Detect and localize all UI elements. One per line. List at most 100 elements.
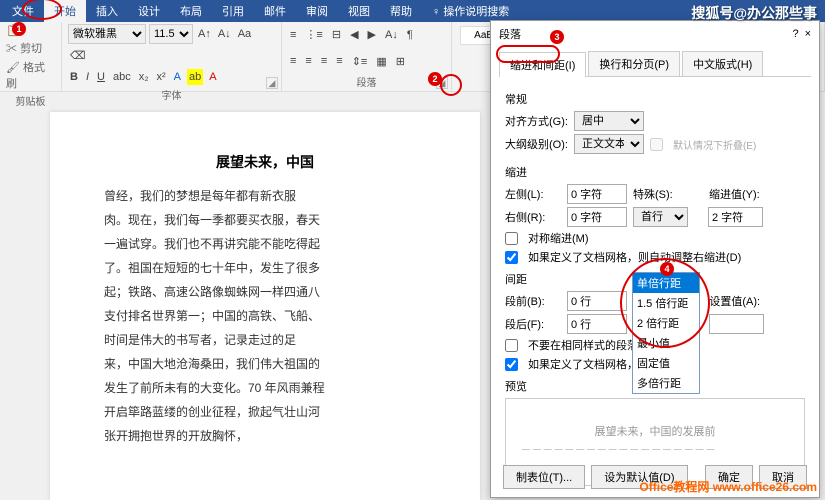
tab-file[interactable]: 文件 xyxy=(2,0,44,22)
after-input[interactable] xyxy=(567,314,627,334)
align-right-button[interactable]: ≡ xyxy=(319,53,329,70)
cut-button[interactable]: ✂ 剪切 xyxy=(6,40,42,56)
special-by-input[interactable] xyxy=(708,207,763,227)
special-by-label: 缩进值(Y): xyxy=(709,186,760,202)
annotation-badge-3: 3 xyxy=(550,30,564,44)
before-input[interactable] xyxy=(567,291,627,311)
tab-tell-me[interactable]: ♀ 操作说明搜索 xyxy=(422,0,519,22)
doc-paragraph: 肉。现在，我们每一季都要买衣服，春天 xyxy=(80,208,450,232)
at-label: 设置值(A): xyxy=(709,293,760,309)
line-option-onehalf[interactable]: 1.5 倍行距 xyxy=(633,293,699,313)
tab-insert[interactable]: 插入 xyxy=(86,0,128,22)
tab-help[interactable]: 帮助 xyxy=(380,0,422,22)
font-color-button[interactable]: A xyxy=(207,69,218,85)
increase-indent-button[interactable]: ▶ xyxy=(366,26,378,43)
collapse-checkbox[interactable] xyxy=(650,138,663,151)
footer-watermark: Office教程网 www.office26.com xyxy=(639,478,817,495)
dialog-close-button[interactable]: × xyxy=(805,28,811,40)
annotation-badge-4: 4 xyxy=(660,262,674,276)
left-indent-input[interactable] xyxy=(567,184,627,204)
group-paragraph: ≡ ⋮≡ ⊟ ◀ ▶ A↓ ¶ ≡ ≡ ≡ ≡ ⇕≡ ▦ ⊞ 段落 ◢ xyxy=(282,22,452,91)
line-option-exact[interactable]: 固定值 xyxy=(633,353,699,373)
at-input[interactable] xyxy=(709,314,764,334)
dialog-help-button[interactable]: ? xyxy=(792,28,798,40)
numbering-button[interactable]: ⋮≡ xyxy=(303,26,324,43)
italic-button[interactable]: I xyxy=(84,69,91,85)
outline-select[interactable]: 正文文本 xyxy=(574,134,644,154)
group-font: 微软雅黑 11.5 A↑ A↓ Aa ⌫ B I U abc x₂ x² A a… xyxy=(62,22,282,91)
grow-font-button[interactable]: A↑ xyxy=(196,26,213,42)
font-size-select[interactable]: 11.5 xyxy=(149,24,193,44)
doc-paragraph: 时间是伟大的书写者，记录走过的足 xyxy=(80,328,450,352)
shrink-font-button[interactable]: A↓ xyxy=(216,26,233,42)
shading-button[interactable]: ▦ xyxy=(374,53,388,70)
bold-button[interactable]: B xyxy=(68,69,80,85)
doc-paragraph: 来，中国大地沧海桑田，我们伟大祖国的 xyxy=(80,352,450,376)
clear-format-button[interactable]: ⌫ xyxy=(68,47,88,64)
tab-design[interactable]: 设计 xyxy=(128,0,170,22)
dialog-tab-page[interactable]: 换行和分页(P) xyxy=(588,51,680,76)
no-space-checkbox[interactable] xyxy=(505,339,518,352)
section-general: 常规 xyxy=(505,91,805,107)
line-option-multi[interactable]: 多倍行距 xyxy=(633,373,699,393)
bullets-button[interactable]: ≡ xyxy=(288,27,298,43)
before-label: 段前(B): xyxy=(505,293,561,309)
tab-view[interactable]: 视图 xyxy=(338,0,380,22)
paragraph-dialog: 段落 ? × 缩进和间距(I) 换行和分页(P) 中文版式(H) 常规 对齐方式… xyxy=(490,20,820,498)
tabstops-button[interactable]: 制表位(T)... xyxy=(503,465,585,489)
strike-button[interactable]: abc xyxy=(111,69,133,85)
show-marks-button[interactable]: ¶ xyxy=(405,27,415,43)
align-label: 对齐方式(G): xyxy=(505,113,568,129)
annotation-badge-1: 1 xyxy=(12,22,26,36)
dialog-title-text: 段落 xyxy=(499,26,521,42)
after-label: 段后(F): xyxy=(505,316,561,332)
mirror-checkbox[interactable] xyxy=(505,232,518,245)
doc-paragraph: 了。祖国在短短的七十年中，发生了很多 xyxy=(80,256,450,280)
document-page[interactable]: 展望未来，中国 曾经，我们的梦想是每年都有新衣服 肉。现在，我们每一季都要买衣服… xyxy=(50,112,480,500)
right-indent-input[interactable] xyxy=(567,207,627,227)
doc-paragraph: 一遍试穿。我们也不再讲究能不能吃得起 xyxy=(80,232,450,256)
dialog-tab-chinese[interactable]: 中文版式(H) xyxy=(682,51,763,76)
format-painter-button[interactable]: 🖌 格式刷 xyxy=(6,59,55,91)
mirror-label: 对称缩进(M) xyxy=(528,230,589,246)
align-center-button[interactable]: ≡ xyxy=(303,53,313,70)
special-label: 特殊(S): xyxy=(633,186,673,202)
highlight-button[interactable]: ab xyxy=(187,69,203,85)
watermark-text: 搜狐号@办公那些事 xyxy=(691,3,817,23)
doc-paragraph: 发生了前所未有的大变化。70 年风雨兼程 xyxy=(80,376,450,400)
auto-adjust-label: 如果定义了文档网格，则自动调整右缩进(D) xyxy=(528,249,741,265)
section-indent: 缩进 xyxy=(505,164,805,180)
line-option-min[interactable]: 最小值 xyxy=(633,333,699,353)
text-effects-button[interactable]: A xyxy=(172,69,183,85)
tab-references[interactable]: 引用 xyxy=(212,0,254,22)
group-label-font: 字体 xyxy=(68,85,275,102)
underline-button[interactable]: U xyxy=(95,69,107,85)
right-indent-label: 右侧(R): xyxy=(505,209,561,225)
borders-button[interactable]: ⊞ xyxy=(394,53,407,70)
justify-button[interactable]: ≡ xyxy=(334,53,344,70)
line-option-single[interactable]: 单倍行距 xyxy=(633,273,699,293)
superscript-button[interactable]: x² xyxy=(155,69,168,85)
collapse-label: 默认情况下折叠(E) xyxy=(673,137,756,152)
line-option-double[interactable]: 2 倍行距 xyxy=(633,313,699,333)
align-select[interactable]: 居中 xyxy=(574,111,644,131)
auto-adjust-checkbox[interactable] xyxy=(505,251,518,264)
special-select[interactable]: 首行 xyxy=(633,207,688,227)
change-case-button[interactable]: Aa xyxy=(236,26,253,42)
tab-review[interactable]: 审阅 xyxy=(296,0,338,22)
decrease-indent-button[interactable]: ◀ xyxy=(348,26,360,43)
font-name-select[interactable]: 微软雅黑 xyxy=(68,24,146,44)
subscript-button[interactable]: x₂ xyxy=(137,69,151,85)
dialog-tab-indent[interactable]: 缩进和间距(I) xyxy=(499,52,586,77)
doc-paragraph: 张开拥抱世界的开放胸怀， xyxy=(80,424,450,448)
align-left-button[interactable]: ≡ xyxy=(288,53,298,70)
line-spacing-button[interactable]: ⇕≡ xyxy=(350,53,370,70)
multilevel-button[interactable]: ⊟ xyxy=(330,26,343,43)
font-dialog-launcher[interactable]: ◢ xyxy=(266,77,278,89)
tab-home[interactable]: 开始 xyxy=(44,0,86,22)
snap-grid-checkbox[interactable] xyxy=(505,358,518,371)
tab-mailings[interactable]: 邮件 xyxy=(254,0,296,22)
line-spacing-dropdown: 单倍行距 1.5 倍行距 2 倍行距 最小值 固定值 多倍行距 xyxy=(632,272,700,394)
sort-button[interactable]: A↓ xyxy=(383,27,400,43)
tab-layout[interactable]: 布局 xyxy=(170,0,212,22)
